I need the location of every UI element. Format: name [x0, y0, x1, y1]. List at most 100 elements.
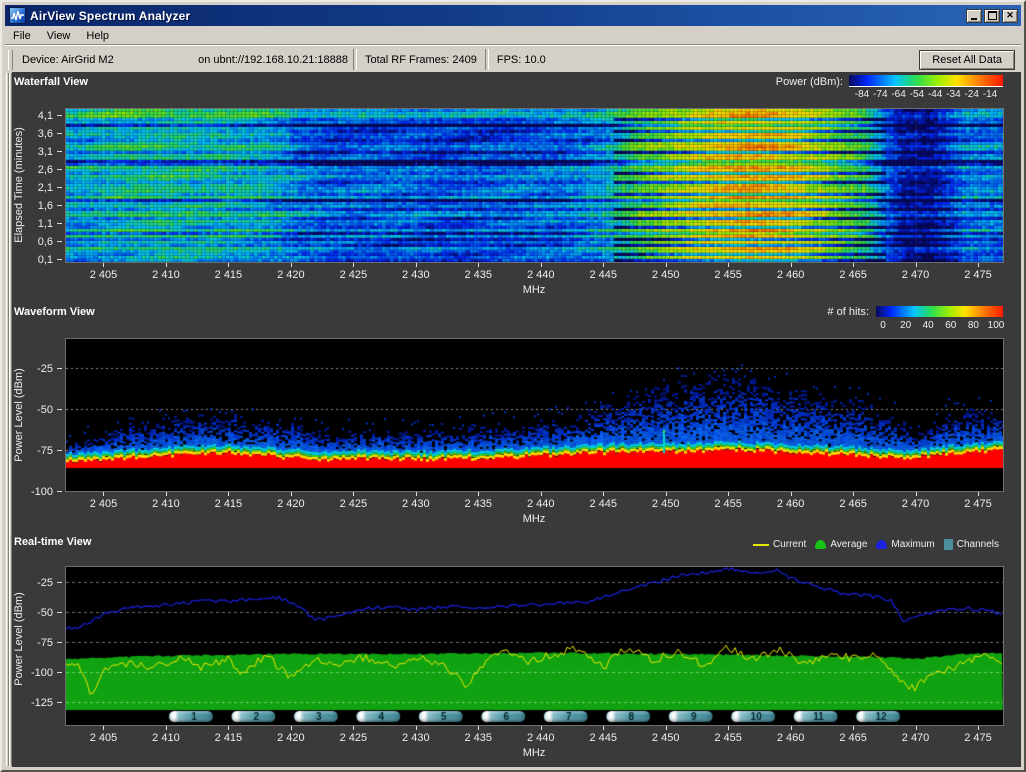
y-tick-label: 2,1 — [38, 182, 53, 194]
x-tick-label: 2 410 — [152, 269, 180, 281]
y-tick — [57, 169, 62, 170]
y-tick-label: -75 — [37, 637, 53, 649]
main-area: Waterfall View Power (dBm): -84-74-64-54… — [5, 72, 1021, 767]
colorbar-tick-label: 40 — [923, 320, 934, 331]
y-tick — [57, 450, 62, 451]
x-tick-label: 2 405 — [90, 269, 118, 281]
x-tick-label: 2 450 — [652, 732, 680, 744]
colorbar-tick-label: -84 — [855, 89, 869, 100]
window-title: AirView Spectrum Analyzer — [30, 9, 966, 23]
x-tick — [978, 726, 979, 730]
x-tick — [916, 492, 917, 496]
title-bar[interactable]: AirView Spectrum Analyzer ✕ — [5, 5, 1021, 26]
x-tick-label: 2 405 — [90, 498, 118, 510]
x-tick — [541, 726, 542, 730]
x-tick — [103, 726, 104, 730]
x-tick-label: 2 415 — [215, 732, 243, 744]
x-tick — [228, 263, 229, 267]
y-tick — [57, 151, 62, 152]
legend-channels: Channels — [944, 539, 999, 550]
x-tick-label: 2 465 — [839, 498, 867, 510]
fps-label: FPS: 10.0 — [489, 54, 554, 66]
y-tick — [57, 115, 62, 116]
x-tick — [978, 263, 979, 267]
x-tick-label: 2 475 — [964, 269, 992, 281]
y-tick — [57, 259, 62, 260]
x-tick — [916, 263, 917, 267]
y-tick-label: 1,6 — [38, 200, 53, 212]
y-tick-label: -50 — [37, 607, 53, 619]
reset-all-data-button[interactable]: Reset All Data — [919, 50, 1015, 70]
x-tick-label: 2 420 — [277, 732, 305, 744]
device-label: Device: AirGrid M2 — [22, 54, 114, 66]
x-tick — [978, 492, 979, 496]
menu-view[interactable]: View — [39, 29, 79, 43]
x-tick — [166, 492, 167, 496]
y-tick-label: -100 — [31, 486, 53, 498]
realtime-yaxis: -25-50-75-100-125 — [5, 567, 65, 725]
waveform-plot — [65, 338, 1004, 492]
y-tick-label: 1,1 — [38, 218, 53, 230]
realtime-plot — [65, 566, 1004, 726]
average-mound-icon — [815, 540, 826, 549]
x-tick — [853, 263, 854, 267]
channels-swatch-icon — [944, 539, 953, 550]
colorbar-tick-label: -54 — [910, 89, 924, 100]
x-tick — [916, 726, 917, 730]
x-tick — [353, 492, 354, 496]
y-tick — [57, 409, 62, 410]
x-tick — [416, 726, 417, 730]
x-tick — [416, 492, 417, 496]
frames-label: Total RF Frames: 2409 — [357, 54, 485, 66]
y-tick — [57, 241, 62, 242]
waterfall-colorbar — [849, 75, 1003, 87]
x-tick-label: 2 415 — [215, 498, 243, 510]
x-tick — [416, 263, 417, 267]
x-tick — [728, 263, 729, 267]
toolbar-grip-icon[interactable] — [8, 50, 13, 70]
x-tick — [603, 726, 604, 730]
waveform-xlabel: MHz — [523, 513, 546, 525]
y-tick — [57, 612, 62, 613]
x-tick-label: 2 440 — [527, 732, 555, 744]
x-tick — [478, 492, 479, 496]
colorbar-tick-label: -44 — [928, 89, 942, 100]
x-tick-label: 2 445 — [589, 498, 617, 510]
current-line-icon — [753, 544, 769, 546]
x-tick-label: 2 425 — [340, 498, 368, 510]
x-tick — [728, 492, 729, 496]
close-button[interactable]: ✕ — [1002, 9, 1018, 23]
maximize-button[interactable] — [984, 9, 1000, 23]
x-tick-label: 2 450 — [652, 498, 680, 510]
x-tick-label: 2 430 — [402, 269, 430, 281]
minimize-button[interactable] — [966, 9, 982, 23]
x-tick — [103, 263, 104, 267]
toolbar: Device: AirGrid M2 on ubnt://192.168.10.… — [5, 45, 1021, 73]
waterfall-plot — [65, 108, 1004, 263]
y-tick — [57, 205, 62, 206]
y-tick-label: -50 — [37, 404, 53, 416]
x-tick-label: 2 445 — [589, 269, 617, 281]
x-tick-label: 2 425 — [340, 732, 368, 744]
x-tick — [166, 263, 167, 267]
waveform-colorbar — [876, 306, 1003, 317]
y-tick-label: 0,6 — [38, 236, 53, 248]
x-tick-label: 2 410 — [152, 732, 180, 744]
x-tick — [478, 726, 479, 730]
menu-file[interactable]: File — [5, 29, 39, 43]
x-tick — [166, 726, 167, 730]
x-tick-label: 2 420 — [277, 498, 305, 510]
waveform-yaxis: -25-50-75-100 — [5, 339, 65, 491]
x-tick-label: 2 465 — [839, 269, 867, 281]
legend-current: Current — [753, 539, 806, 550]
menu-help[interactable]: Help — [78, 29, 117, 43]
legend-average: Average — [815, 539, 867, 550]
x-tick-label: 2 455 — [714, 732, 742, 744]
x-tick — [291, 263, 292, 267]
y-tick — [57, 491, 62, 492]
y-tick-label: 3,1 — [38, 146, 53, 158]
x-tick-label: 2 475 — [964, 498, 992, 510]
close-icon: ✕ — [1006, 11, 1014, 20]
x-tick-label: 2 405 — [90, 732, 118, 744]
x-tick-label: 2 460 — [777, 498, 805, 510]
